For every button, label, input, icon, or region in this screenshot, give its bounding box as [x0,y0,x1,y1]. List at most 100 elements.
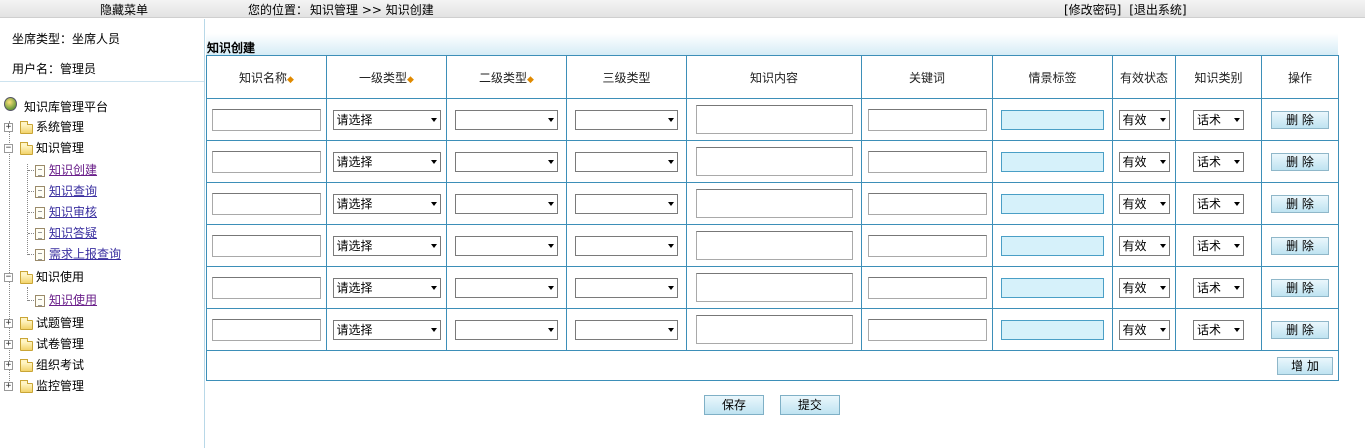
dropdown-arrow-icon [548,327,554,332]
col-header-level2: 二级类型◆ [446,55,567,99]
submit-button[interactable]: 提交 [779,395,840,415]
save-button[interactable]: 保存 [704,395,764,415]
level3-select[interactable] [575,235,678,256]
delete-button[interactable]: 删 除 [1271,110,1329,129]
table-footer-cell: 增 加 [206,350,1339,381]
expand-icon[interactable]: + [4,361,13,370]
scene-tag-input[interactable] [1001,235,1104,256]
keywords-input[interactable] [867,276,987,299]
knowledge-content-textarea[interactable] [695,105,853,134]
tree-item-exam-mgmt[interactable]: + 试题管理 [4,315,194,332]
keywords-input[interactable] [867,318,987,341]
knowledge-name-input[interactable] [212,108,321,131]
tree-link-label[interactable]: 知识使用 [49,292,97,309]
tree-item-system-mgmt[interactable]: + 系统管理 [4,119,194,136]
expand-icon[interactable]: + [4,382,13,391]
keywords-input[interactable] [867,108,987,131]
level3-select[interactable] [575,151,678,172]
level2-select[interactable] [455,193,558,214]
delete-button[interactable]: 删 除 [1271,236,1329,255]
level3-select[interactable] [575,109,678,130]
document-icon [35,186,45,198]
col-header-action: 操作 [1261,55,1339,99]
collapse-icon[interactable]: − [4,273,13,282]
status-select[interactable]: 有效 [1118,235,1170,256]
category-select[interactable]: 话术 [1193,319,1244,340]
knowledge-content-textarea[interactable] [695,147,853,176]
level1-select[interactable]: 请选择 [332,235,441,256]
knowledge-content-textarea[interactable] [695,273,853,302]
tree-link-label[interactable]: 知识创建 [49,162,97,179]
category-select[interactable]: 话术 [1193,235,1244,256]
table-row: 请选择 有效 话术 删 除 [206,140,1339,183]
level1-select[interactable]: 请选择 [332,151,441,172]
scene-tag-input[interactable] [1001,193,1104,214]
level2-select[interactable] [455,277,558,298]
tree-link-label[interactable]: 知识答疑 [49,225,97,242]
keywords-input[interactable] [867,234,987,257]
logout-link[interactable]: [退出系统] [1129,3,1186,17]
level3-select[interactable] [575,277,678,298]
change-password-link[interactable]: [修改密码] [1064,3,1121,17]
category-select[interactable]: 话术 [1193,277,1244,298]
level2-select[interactable] [455,151,558,172]
knowledge-content-textarea[interactable] [695,231,853,260]
delete-button[interactable]: 删 除 [1271,194,1329,213]
status-select[interactable]: 有效 [1118,319,1170,340]
level1-select[interactable]: 请选择 [332,319,441,340]
knowledge-content-textarea[interactable] [695,189,853,218]
status-select[interactable]: 有效 [1118,277,1170,298]
tree-line [28,191,34,192]
status-select[interactable]: 有效 [1118,109,1170,130]
keywords-input[interactable] [867,192,987,215]
col-header-scene-tag: 情景标签 [992,55,1113,99]
category-select[interactable]: 话术 [1193,193,1244,214]
level1-select[interactable]: 请选择 [332,109,441,130]
tree-item-monitor-mgmt[interactable]: + 监控管理 [4,378,194,395]
level3-select[interactable] [575,319,678,340]
tree-item-label: 系统管理 [36,120,85,134]
category-select[interactable]: 话术 [1193,151,1244,172]
level1-select[interactable]: 请选择 [332,193,441,214]
level2-select[interactable] [455,319,558,340]
level1-select[interactable]: 请选择 [332,277,441,298]
tree-item-knowledge-mgmt[interactable]: − 知识管理 [4,140,194,157]
knowledge-name-input[interactable] [212,150,321,173]
knowledge-name-input[interactable] [212,234,321,257]
status-select[interactable]: 有效 [1118,193,1170,214]
dropdown-arrow-icon [430,243,437,248]
tree-item-org-exam[interactable]: + 组织考试 [4,357,194,374]
scene-tag-input[interactable] [1001,151,1104,172]
tree-item-label: 试卷管理 [36,337,85,351]
keywords-input[interactable] [867,150,987,173]
tree-link-label[interactable]: 需求上报查询 [49,246,121,263]
collapse-icon[interactable]: − [4,144,13,153]
dropdown-arrow-icon [1159,327,1166,332]
level2-select[interactable] [455,235,558,256]
delete-button[interactable]: 删 除 [1271,278,1329,297]
level2-select[interactable] [455,109,558,130]
hide-menu-link[interactable]: 隐藏菜单 [100,1,148,18]
tree-item-paper-mgmt[interactable]: + 试卷管理 [4,336,194,353]
add-row-button[interactable]: 增 加 [1277,356,1333,375]
scene-tag-input[interactable] [1001,319,1104,340]
dropdown-arrow-icon [430,285,437,290]
knowledge-name-input[interactable] [212,276,321,299]
knowledge-content-textarea[interactable] [695,315,853,344]
expand-icon[interactable]: + [4,319,13,328]
level3-select[interactable] [575,193,678,214]
tree-link-label[interactable]: 知识审核 [49,204,97,221]
delete-button[interactable]: 删 除 [1271,320,1329,339]
tree-item-knowledge-use[interactable]: − 知识使用 [4,269,194,286]
dropdown-arrow-icon [1234,159,1240,164]
tree-link-label[interactable]: 知识查询 [49,183,97,200]
category-select[interactable]: 话术 [1193,109,1244,130]
scene-tag-input[interactable] [1001,109,1104,130]
expand-icon[interactable]: + [4,123,13,132]
knowledge-name-input[interactable] [212,192,321,215]
expand-icon[interactable]: + [4,340,13,349]
scene-tag-input[interactable] [1001,277,1104,298]
knowledge-name-input[interactable] [212,318,321,341]
delete-button[interactable]: 删 除 [1271,152,1329,171]
status-select[interactable]: 有效 [1118,151,1170,172]
